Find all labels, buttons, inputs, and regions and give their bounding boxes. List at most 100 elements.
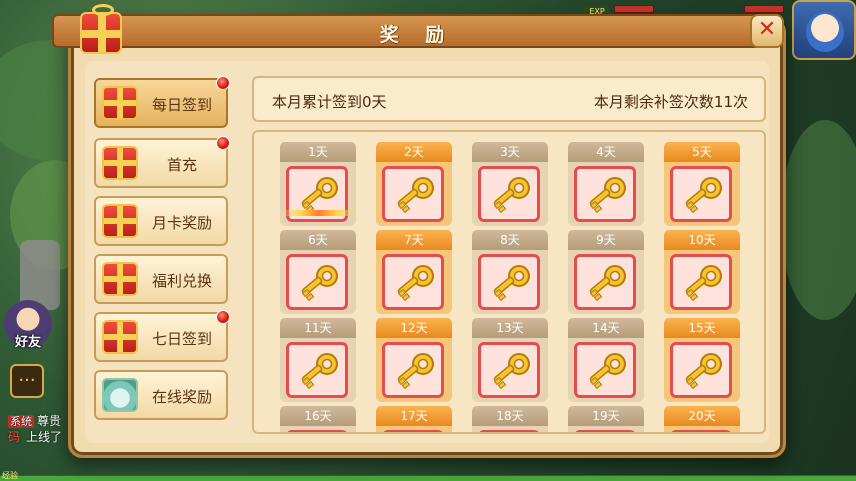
golden-key-icon [685,353,722,390]
menu-item[interactable]: 首充 [94,136,230,188]
day-reward-card[interactable]: 10天 [664,230,740,314]
day-reward-slot [376,250,452,314]
day-reward-card[interactable]: 7天 [376,230,452,314]
resign-count-text: 本月剩余补签次数11次 [593,93,748,111]
reward-item-frame [670,166,732,222]
golden-key-icon [397,177,434,214]
friend-label: 好友 [14,335,41,350]
avatar-face [806,12,844,52]
dialog-title-bar: 奖 励 [52,14,782,48]
left-hud: 好友 ··· [4,300,56,398]
day-reward-card[interactable]: 2天 [376,142,452,226]
day-reward-card[interactable]: 5天 [664,142,740,226]
system-message-line: 码上线了 [8,428,62,445]
day-reward-slot [280,162,356,226]
daily-reward-grid: 1天 2天 3天 4天 5天 6天 7天 8天 9天 10天 11天 12天 13天 14天 15天 16天 1… [252,130,766,434]
gift-box-icon [102,320,138,354]
golden-key-icon [301,265,338,302]
menu-item-label: 七日签到 [151,330,212,348]
day-reward-slot [568,162,644,226]
day-reward-card[interactable]: 15天 [664,318,740,402]
day-reward-slot [568,426,644,432]
day-reward-card[interactable]: 19天 [568,406,644,432]
day-reward-slot [472,162,548,226]
golden-key-icon [685,265,722,302]
menu-item[interactable]: 每日签到 [94,76,230,128]
vase-icon [102,378,138,412]
day-reward-slot [376,338,452,402]
day-reward-card[interactable]: 16天 [280,406,356,432]
day-reward-slot [568,250,644,314]
gift-box-icon [102,262,138,296]
reward-item-frame [382,254,444,310]
day-reward-card[interactable]: 14天 [568,318,644,402]
day-reward-card[interactable]: 11天 [280,318,356,402]
day-reward-slot [472,426,548,432]
day-reward-card[interactable]: 4天 [568,142,644,226]
dialog-title: 奖 励 [379,24,455,46]
reward-item-frame [574,430,636,432]
gift-box-icon [80,4,122,54]
close-button[interactable]: ✕ [750,14,784,48]
menu-item-label: 首充 [166,156,197,174]
day-reward-card[interactable]: 18天 [472,406,548,432]
day-label: 11天 [280,318,356,338]
golden-key-icon [397,353,434,390]
day-reward-slot [664,162,740,226]
day-label: 7天 [376,230,452,250]
day-reward-card[interactable]: 12天 [376,318,452,402]
reward-item-frame [574,342,636,398]
reward-item-frame [478,342,540,398]
menu-item[interactable]: 福利兑换 [94,254,228,304]
day-label: 3天 [472,142,548,162]
menu-item[interactable]: 七日签到 [94,310,230,362]
day-label: 2天 [376,142,452,162]
menu-item[interactable]: 月卡奖励 [94,196,228,246]
menu-item-label: 每日签到 [151,96,212,114]
day-reward-card[interactable]: 13天 [472,318,548,402]
reward-item-frame [670,254,732,310]
notification-dot-icon [216,76,230,90]
day-label: 12天 [376,318,452,338]
day-reward-slot [280,338,356,402]
day-label: 20天 [664,406,740,426]
day-label: 16天 [280,406,356,426]
day-reward-slot [568,338,644,402]
reward-item-frame [478,254,540,310]
day-reward-card[interactable]: 8天 [472,230,548,314]
day-reward-card[interactable]: 3天 [472,142,548,226]
day-reward-card[interactable]: 1天 [280,142,356,226]
player-avatar[interactable] [792,0,856,60]
reward-item-frame [574,166,636,222]
menu-item[interactable]: 在线奖励 [94,370,228,420]
day-reward-card[interactable]: 20天 [664,406,740,432]
menu-item-label: 在线奖励 [151,388,212,406]
system-tag: 系统 [8,415,34,428]
reward-item-frame [382,430,444,432]
friend-button[interactable]: 好友 [4,300,52,350]
golden-key-icon [397,265,434,302]
reward-item-frame [478,166,540,222]
reward-item-frame [286,342,348,398]
day-reward-slot [664,338,740,402]
day-reward-slot [472,338,548,402]
day-label: 15天 [664,318,740,338]
golden-key-icon [493,353,530,390]
golden-key-icon [589,177,626,214]
background-foliage [780,120,856,320]
golden-key-icon [589,265,626,302]
day-label: 17天 [376,406,452,426]
reward-item-frame [670,342,732,398]
day-reward-card[interactable]: 9天 [568,230,644,314]
day-reward-card[interactable]: 17天 [376,406,452,432]
chat-bubble-icon[interactable]: ··· [10,364,44,398]
system-message-prefix: 码 [8,430,21,444]
system-message: 系统 尊贵 [8,412,61,429]
reward-item-frame [670,430,732,432]
day-label: 6天 [280,230,356,250]
gift-box-icon [102,86,138,120]
day-label: 4天 [568,142,644,162]
day-label: 18天 [472,406,548,426]
day-reward-card[interactable]: 6天 [280,230,356,314]
day-label: 19天 [568,406,644,426]
